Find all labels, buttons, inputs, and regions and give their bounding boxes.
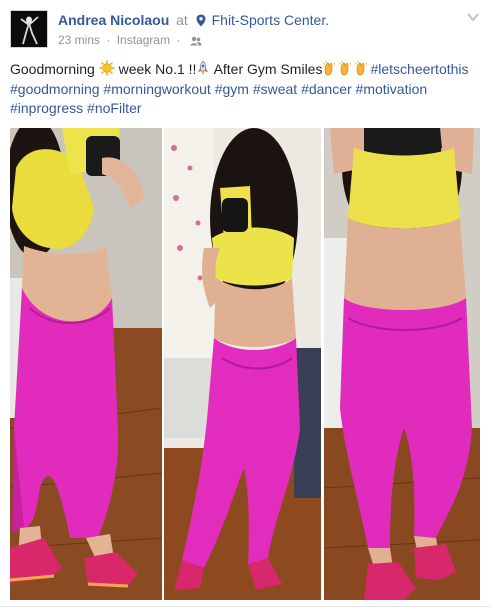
- author-avatar[interactable]: [10, 10, 48, 48]
- author-name-link[interactable]: Andrea Nicolaou: [58, 12, 169, 28]
- meta-separator-2: ·: [176, 33, 181, 47]
- post-photo-2[interactable]: [164, 128, 321, 600]
- hashtag-link[interactable]: #inprogress: [10, 100, 83, 116]
- at-label: at: [176, 12, 188, 28]
- sun-emoji-icon: [99, 60, 115, 76]
- timestamp-link[interactable]: 23 mins: [58, 33, 100, 47]
- photo-image: [324, 128, 480, 600]
- hashtag-link[interactable]: #dancer: [301, 81, 352, 97]
- post-divider: [0, 606, 491, 607]
- hashtag-link[interactable]: #goodmorning: [10, 81, 100, 97]
- chevron-down-icon[interactable]: [467, 12, 479, 22]
- clapping-hands-emoji-icon-3: [355, 60, 368, 76]
- post-message: Goodmorning week No.1 !! After Gym Smile…: [10, 60, 482, 119]
- place-link[interactable]: Fhit-Sports Center.: [212, 12, 330, 28]
- post-header: Andrea Nicolaou at Fhit-Sports Center.: [58, 12, 329, 28]
- photo-image: [164, 128, 321, 600]
- location-pin-icon: [196, 14, 206, 27]
- rocket-emoji-icon: [198, 60, 209, 75]
- photo-image: [10, 128, 162, 600]
- hashtag-link[interactable]: #gym: [215, 81, 249, 97]
- hashtag-link[interactable]: #sweat: [253, 81, 297, 97]
- hashtag-link[interactable]: #noFilter: [87, 100, 141, 116]
- message-text-1: Goodmorning: [10, 61, 95, 77]
- clapping-hands-emoji-icon: [323, 60, 336, 76]
- message-text-3: After Gym Smiles: [213, 61, 323, 77]
- hashtag-link[interactable]: #letscheertothis: [370, 61, 468, 77]
- meta-separator: ·: [106, 33, 111, 47]
- hashtag-link[interactable]: #morningworkout: [103, 81, 210, 97]
- message-text-2: week No.1 !!: [118, 61, 197, 77]
- source-link[interactable]: Instagram: [117, 33, 170, 47]
- facebook-post: Andrea Nicolaou at Fhit-Sports Center. 2…: [0, 0, 491, 612]
- post-meta: 23 mins · Instagram ·: [58, 33, 202, 47]
- post-photo-3[interactable]: [324, 128, 480, 600]
- avatar-image: [11, 11, 47, 47]
- post-photo-1[interactable]: [10, 128, 162, 600]
- clapping-hands-emoji-icon-2: [339, 60, 352, 76]
- friends-icon[interactable]: [190, 36, 202, 46]
- hashtag-link[interactable]: #motivation: [356, 81, 428, 97]
